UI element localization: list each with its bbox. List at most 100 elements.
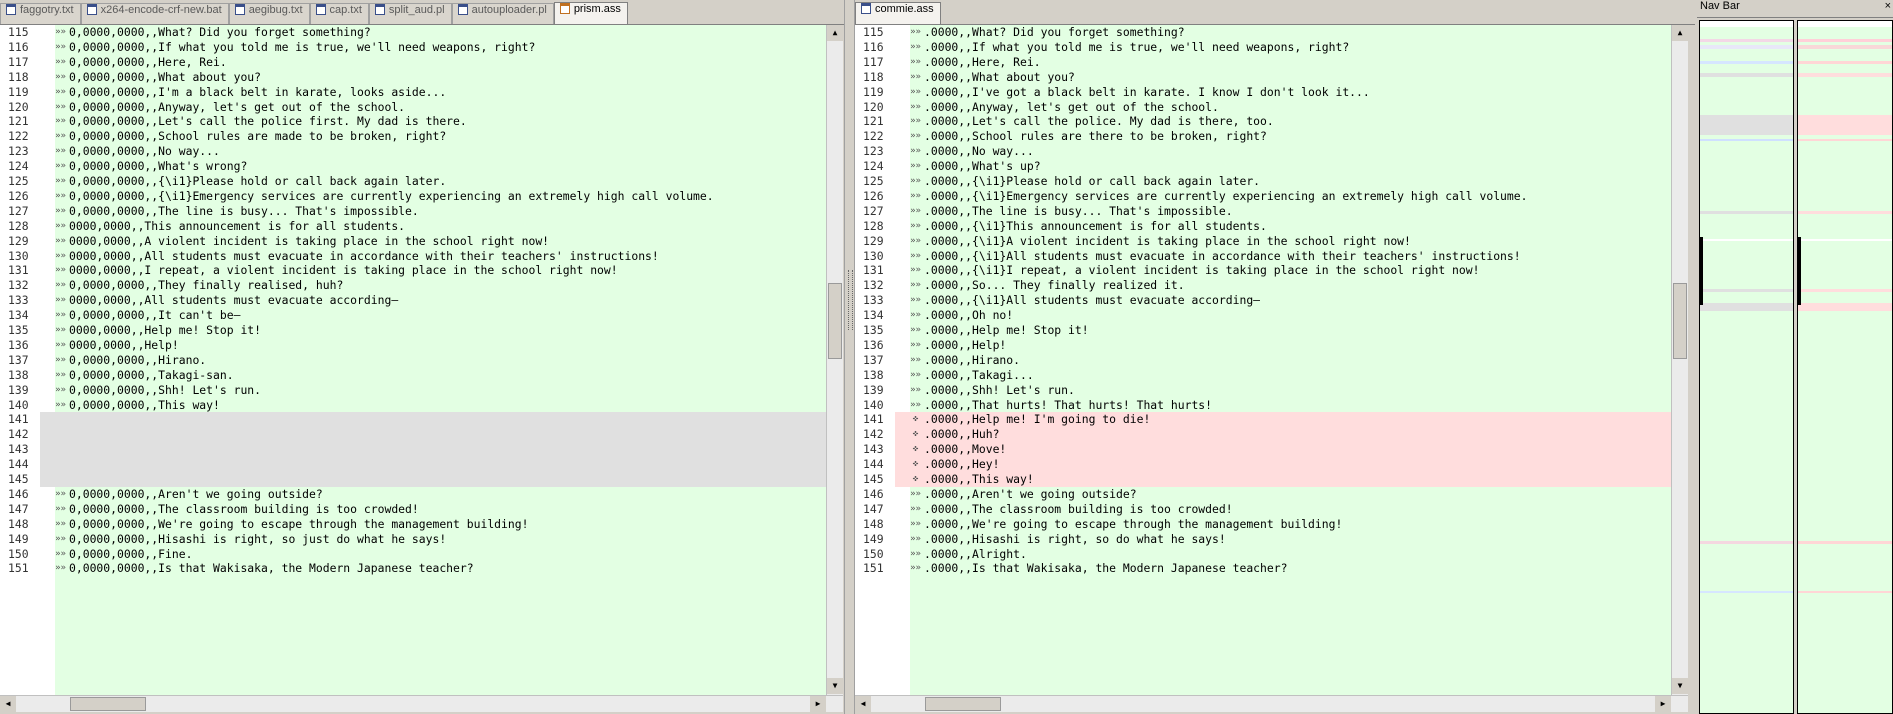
tab-tabs_left-5[interactable]: autouploader.pl (451, 3, 554, 24)
diff-line[interactable]: 122 »» 0,0000,0000,,School rules are made … (0, 129, 826, 145)
diff-line[interactable]: 134 »» 0,0000,0000,,It can't be— (0, 308, 826, 324)
diff-line[interactable]: 133 »» .0000,,{\i1}All students must evacu… (855, 293, 1671, 309)
scroll-thumb[interactable] (70, 697, 146, 711)
diff-line[interactable]: 140 »» 0,0000,0000,,This way! (0, 397, 826, 413)
left-editor[interactable]: 115»» 0,0000,0000,,What? Did you forget s… (0, 25, 826, 695)
tab-tabs_left-6[interactable]: prism.ass (553, 2, 628, 24)
scroll-thumb[interactable] (1673, 283, 1687, 359)
diff-line[interactable]: 115 »» .0000,,What? Did you forget somethi… (855, 25, 1671, 40)
diff-line[interactable]: 125 »» .0000,,{\i1}Please hold or call bac… (855, 174, 1671, 189)
diff-line[interactable]: 122 »» .0000,,School rules are there to be… (855, 129, 1671, 145)
diff-line[interactable]: 128 »» .0000,,{\i1}This announcement is fo… (855, 218, 1671, 234)
diff-line[interactable]: 126 »» 0,0000,0000,,{\i1}Emergency service… (0, 188, 826, 204)
diff-line[interactable]: 117 »» .0000,,Here, Rei. (855, 54, 1671, 70)
diff-line[interactable]: 133 »» 0000,0000,,All students must evacua… (0, 293, 826, 309)
diff-line[interactable]: 148 »» .0000,,We're going to escape throug… (855, 516, 1671, 532)
diff-line[interactable]: 130 »» .0000,,{\i1}All students must evacu… (855, 248, 1671, 264)
scroll-right-arrow-icon[interactable]: ▶ (810, 696, 826, 712)
diff-line[interactable]: 144 ✜ .0000,,Hey! (855, 457, 1671, 473)
diff-line[interactable]: 117 »» 0,0000,0000,,Here, Rei. (0, 54, 826, 70)
scroll-left-arrow-icon[interactable]: ◀ (0, 696, 16, 712)
diff-line[interactable]: 150 »» .0000,,Alright. (855, 546, 1671, 562)
diff-line[interactable]: 142 ✜ .0000,,Huh? (855, 427, 1671, 443)
diff-line[interactable]: 128 »» 0000,0000,,This announcement is for… (0, 218, 826, 234)
diff-line[interactable]: 127 »» .0000,,The line is busy... That's i… (855, 203, 1671, 219)
diff-line[interactable]: 118 »» .0000,,What about you? (855, 69, 1671, 85)
diff-line[interactable]: 129 »» 0000,0000,,A violent incident is ta… (0, 233, 826, 249)
diff-line[interactable]: 126 »» .0000,,{\i1}Emergency services are … (855, 188, 1671, 204)
diff-line[interactable]: 127 »» 0,0000,0000,,The line is busy... Th… (0, 203, 826, 219)
scroll-down-arrow-icon[interactable]: ▼ (827, 678, 843, 694)
diff-line[interactable]: 146 »» 0,0000,0000,,Aren't we going outsid… (0, 486, 826, 502)
left-horizontal-scrollbar[interactable]: ◀ ▶ (0, 695, 843, 712)
diff-line[interactable]: 123 »» 0,0000,0000,,No way... (0, 144, 826, 160)
diff-line[interactable]: 148 »» 0,0000,0000,,We're going to escape … (0, 516, 826, 532)
diff-line[interactable]: 124 »» 0,0000,0000,,What's wrong? (0, 159, 826, 175)
splitter-grip[interactable] (848, 270, 853, 330)
nav-map-right[interactable] (1797, 20, 1893, 714)
diff-line[interactable]: 132 »» 0,0000,0000,,They finally realised,… (0, 278, 826, 294)
diff-line[interactable]: 150 »» 0,0000,0000,,Fine. (0, 546, 826, 562)
diff-line[interactable]: 138 »» 0,0000,0000,,Takagi-san. (0, 367, 826, 383)
close-icon[interactable]: × (1885, 0, 1891, 12)
diff-line[interactable]: 145 (0, 472, 826, 487)
diff-line[interactable]: 149 »» .0000,,Hisashi is right, so do what… (855, 531, 1671, 547)
diff-line[interactable]: 135 »» 0000,0000,,Help me! Stop it! (0, 323, 826, 338)
diff-line[interactable]: 131 »» 0000,0000,,I repeat, a violent inci… (0, 263, 826, 279)
scroll-thumb[interactable] (925, 697, 1001, 711)
diff-line[interactable]: 139 »» 0,0000,0000,,Shh! Let's run. (0, 382, 826, 398)
tab-tabs_left-1[interactable]: x264-encode-crf-new.bat (80, 3, 229, 24)
right-vertical-scrollbar[interactable]: ▲ ▼ (1671, 25, 1688, 695)
diff-line[interactable]: 137 »» 0,0000,0000,,Hirano. (0, 352, 826, 368)
nav-viewport-indicator[interactable] (1700, 237, 1703, 305)
diff-line[interactable]: 139 »» .0000,,Shh! Let's run. (855, 382, 1671, 398)
diff-line[interactable]: 137 »» .0000,,Hirano. (855, 352, 1671, 368)
diff-line[interactable]: 136 »» .0000,,Help! (855, 337, 1671, 353)
diff-line[interactable]: 130 »» 0000,0000,,All students must evacua… (0, 248, 826, 264)
diff-line[interactable]: 116 »» .0000,,If what you told me is true,… (855, 39, 1671, 55)
nav-map-left[interactable] (1699, 20, 1794, 714)
diff-line[interactable]: 141 (0, 412, 826, 428)
diff-line[interactable]: 131 »» .0000,,{\i1}I repeat, a violent inc… (855, 263, 1671, 279)
tab-tabs_left-4[interactable]: split_aud.pl (368, 3, 452, 24)
tab-tabs_left-2[interactable]: aegibug.txt (228, 3, 310, 24)
diff-line[interactable]: 121 »» .0000,,Let's call the police. My da… (855, 114, 1671, 130)
nav-viewport-indicator[interactable] (1798, 237, 1801, 305)
diff-line[interactable]: 118 »» 0,0000,0000,,What about you? (0, 69, 826, 85)
diff-line[interactable]: 132 »» .0000,,So... They finally realized … (855, 278, 1671, 294)
scroll-right-arrow-icon[interactable]: ▶ (1655, 696, 1671, 712)
diff-line[interactable]: 144 (0, 457, 826, 473)
diff-line[interactable]: 129 »» .0000,,{\i1}A violent incident is t… (855, 233, 1671, 249)
scroll-up-arrow-icon[interactable]: ▲ (827, 25, 843, 41)
diff-line[interactable]: 143 (0, 442, 826, 458)
diff-line[interactable]: 141 ✜ .0000,,Help me! I'm going to die! (855, 412, 1671, 428)
tab-tabs_right-0[interactable]: commie.ass (855, 2, 941, 24)
diff-line[interactable]: 134 »» .0000,,Oh no! (855, 308, 1671, 324)
right-horizontal-scrollbar[interactable]: ◀ ▶ (855, 695, 1688, 712)
left-vertical-scrollbar[interactable]: ▲ ▼ (826, 25, 843, 695)
diff-line[interactable]: 143 ✜ .0000,,Move! (855, 442, 1671, 458)
diff-line[interactable]: 138 »» .0000,,Takagi... (855, 367, 1671, 383)
diff-line[interactable]: 125 »» 0,0000,0000,,{\i1}Please hold or ca… (0, 174, 826, 189)
diff-line[interactable]: 135 »» .0000,,Help me! Stop it! (855, 323, 1671, 338)
right-editor[interactable]: 115»» .0000,,What? Did you forget somethi… (855, 25, 1671, 695)
diff-line[interactable]: 142 (0, 427, 826, 443)
pane-splitter[interactable] (844, 0, 855, 714)
scroll-up-arrow-icon[interactable]: ▲ (1672, 25, 1688, 41)
diff-line[interactable]: 145 ✜ .0000,,This way! (855, 472, 1671, 487)
diff-line[interactable]: 115 »» 0,0000,0000,,What? Did you forget s… (0, 25, 826, 40)
diff-line[interactable]: 151 »» .0000,,Is that Wakisaka, the Modern… (855, 561, 1671, 577)
scroll-left-arrow-icon[interactable]: ◀ (855, 696, 871, 712)
diff-line[interactable]: 119 »» .0000,,I've got a black belt in kar… (855, 84, 1671, 100)
diff-line[interactable]: 147 »» 0,0000,0000,,The classroom building… (0, 501, 826, 517)
diff-line[interactable]: 121 »» 0,0000,0000,,Let's call the police … (0, 114, 826, 130)
diff-line[interactable]: 146 »» .0000,,Aren't we going outside? (855, 486, 1671, 502)
diff-line[interactable]: 123 »» .0000,,No way... (855, 144, 1671, 160)
tab-tabs_left-0[interactable]: faggotry.txt (0, 3, 81, 24)
diff-line[interactable]: 140 »» .0000,,That hurts! That hurts! That… (855, 397, 1671, 413)
scroll-down-arrow-icon[interactable]: ▼ (1672, 678, 1688, 694)
diff-line[interactable]: 124 »» .0000,,What's up? (855, 159, 1671, 175)
diff-line[interactable]: 119 »» 0,0000,0000,,I'm a black belt in ka… (0, 84, 826, 100)
tab-tabs_left-3[interactable]: cap.txt (309, 3, 369, 24)
diff-line[interactable]: 120 »» .0000,,Anyway, let's get out of the… (855, 99, 1671, 115)
